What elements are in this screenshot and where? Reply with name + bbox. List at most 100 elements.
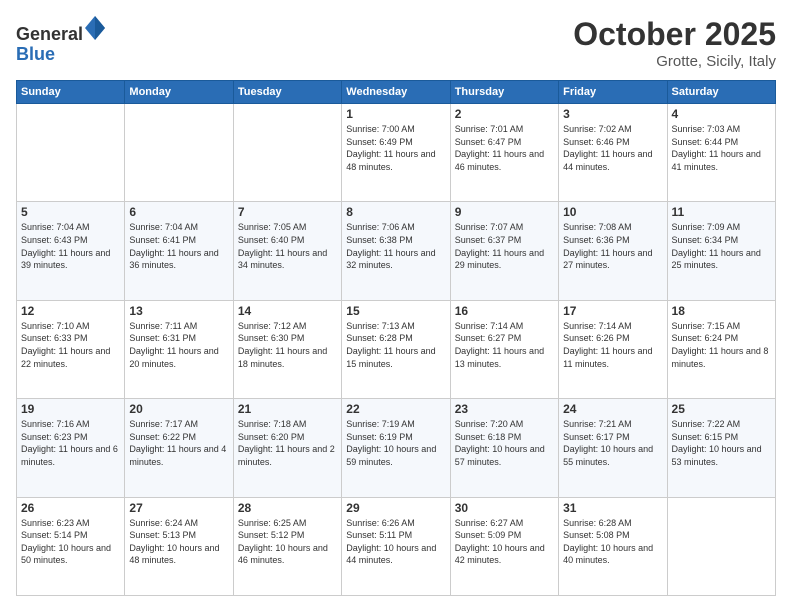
day-info: Sunrise: 7:03 AM Sunset: 6:44 PM Dayligh… (672, 123, 771, 173)
day-info: Sunrise: 7:04 AM Sunset: 6:43 PM Dayligh… (21, 221, 120, 271)
table-cell: 2 Sunrise: 7:01 AM Sunset: 6:47 PM Daylig… (450, 104, 558, 202)
day-number: 1 (346, 107, 445, 121)
day-number: 28 (238, 501, 337, 515)
day-number: 16 (455, 304, 554, 318)
day-number: 8 (346, 205, 445, 219)
day-number: 19 (21, 402, 120, 416)
day-info: Sunrise: 6:28 AM Sunset: 5:08 PM Dayligh… (563, 517, 662, 567)
day-number: 15 (346, 304, 445, 318)
month-title: October 2025 (573, 16, 776, 53)
day-number: 24 (563, 402, 662, 416)
day-number: 29 (346, 501, 445, 515)
table-cell: 27 Sunrise: 6:24 AM Sunset: 5:13 PM Dayli… (125, 497, 233, 595)
logo-blue-text: Blue (16, 45, 105, 65)
table-cell: 3 Sunrise: 7:02 AM Sunset: 6:46 PM Daylig… (559, 104, 667, 202)
day-number: 2 (455, 107, 554, 121)
table-cell: 17 Sunrise: 7:14 AM Sunset: 6:26 PM Dayli… (559, 300, 667, 398)
day-info: Sunrise: 7:17 AM Sunset: 6:22 PM Dayligh… (129, 418, 228, 468)
day-info: Sunrise: 7:13 AM Sunset: 6:28 PM Dayligh… (346, 320, 445, 370)
table-cell: 13Sunrise: 7:11 AM Sunset: 6:31 PM Dayli… (125, 300, 233, 398)
table-cell: 26 Sunrise: 6:23 AM Sunset: 5:14 PM Dayli… (17, 497, 125, 595)
day-info: Sunrise: 7:02 AM Sunset: 6:46 PM Dayligh… (563, 123, 662, 173)
week-row-2: 12 Sunrise: 7:10 AM Sunset: 6:33 PM Dayli… (17, 300, 776, 398)
day-info: Sunrise: 7:06 AM Sunset: 6:38 PM Dayligh… (346, 221, 445, 271)
day-info: Sunrise: 7:14 AM Sunset: 6:27 PM Dayligh… (455, 320, 554, 370)
table-cell: 15 Sunrise: 7:13 AM Sunset: 6:28 PM Dayli… (342, 300, 450, 398)
table-cell: 8 Sunrise: 7:06 AM Sunset: 6:38 PM Daylig… (342, 202, 450, 300)
day-info: Sunrise: 7:09 AM Sunset: 6:34 PM Dayligh… (672, 221, 771, 271)
table-cell: 25 Sunrise: 7:22 AM Sunset: 6:15 PM Dayli… (667, 399, 775, 497)
day-info: Sunrise: 7:22 AM Sunset: 6:15 PM Dayligh… (672, 418, 771, 468)
day-number: 14 (238, 304, 337, 318)
table-cell: 16 Sunrise: 7:14 AM Sunset: 6:27 PM Dayli… (450, 300, 558, 398)
day-number: 6 (129, 205, 228, 219)
day-info: Sunrise: 7:12 AM Sunset: 6:30 PM Dayligh… (238, 320, 337, 370)
header-friday: Friday (559, 81, 667, 104)
day-number: 18 (672, 304, 771, 318)
day-number: 4 (672, 107, 771, 121)
header-monday: Monday (125, 81, 233, 104)
day-number: 25 (672, 402, 771, 416)
day-info: Sunrise: 7:19 AM Sunset: 6:19 PM Dayligh… (346, 418, 445, 468)
day-number: 13 (129, 304, 228, 318)
day-info: Sunrise: 7:14 AM Sunset: 6:26 PM Dayligh… (563, 320, 662, 370)
table-cell: 30Sunrise: 6:27 AM Sunset: 5:09 PM Dayli… (450, 497, 558, 595)
day-info: Sunrise: 7:00 AM Sunset: 6:49 PM Dayligh… (346, 123, 445, 173)
logo-text: General (16, 16, 105, 45)
logo-general: General (16, 24, 83, 44)
table-cell: 6 Sunrise: 7:04 AM Sunset: 6:41 PM Daylig… (125, 202, 233, 300)
title-block: October 2025 Grotte, Sicily, Italy (573, 16, 776, 70)
day-number: 7 (238, 205, 337, 219)
day-info: Sunrise: 7:15 AM Sunset: 6:24 PM Dayligh… (672, 320, 771, 370)
day-number: 17 (563, 304, 662, 318)
day-number: 27 (129, 501, 228, 515)
table-cell: 24Sunrise: 7:21 AM Sunset: 6:17 PM Dayli… (559, 399, 667, 497)
table-cell: 11 Sunrise: 7:09 AM Sunset: 6:34 PM Dayli… (667, 202, 775, 300)
page: General Blue October 2025 Grotte, Sicily… (0, 0, 792, 612)
header-wednesday: Wednesday (342, 81, 450, 104)
table-cell: 18 Sunrise: 7:15 AM Sunset: 6:24 PM Dayli… (667, 300, 775, 398)
table-cell: 10Sunrise: 7:08 AM Sunset: 6:36 PM Dayli… (559, 202, 667, 300)
table-cell: 1 Sunrise: 7:00 AM Sunset: 6:49 PM Daylig… (342, 104, 450, 202)
day-info: Sunrise: 7:10 AM Sunset: 6:33 PM Dayligh… (21, 320, 120, 370)
table-cell (667, 497, 775, 595)
day-info: Sunrise: 7:20 AM Sunset: 6:18 PM Dayligh… (455, 418, 554, 468)
day-number: 23 (455, 402, 554, 416)
day-number: 12 (21, 304, 120, 318)
day-info: Sunrise: 7:07 AM Sunset: 6:37 PM Dayligh… (455, 221, 554, 271)
day-number: 20 (129, 402, 228, 416)
day-info: Sunrise: 7:08 AM Sunset: 6:36 PM Dayligh… (563, 221, 662, 271)
day-info: Sunrise: 7:04 AM Sunset: 6:41 PM Dayligh… (129, 221, 228, 271)
day-info: Sunrise: 6:25 AM Sunset: 5:12 PM Dayligh… (238, 517, 337, 567)
day-number: 22 (346, 402, 445, 416)
day-info: Sunrise: 6:26 AM Sunset: 5:11 PM Dayligh… (346, 517, 445, 567)
day-info: Sunrise: 6:23 AM Sunset: 5:14 PM Dayligh… (21, 517, 120, 567)
table-cell: 4 Sunrise: 7:03 AM Sunset: 6:44 PM Daylig… (667, 104, 775, 202)
day-number: 21 (238, 402, 337, 416)
table-cell: 21Sunrise: 7:18 AM Sunset: 6:20 PM Dayli… (233, 399, 341, 497)
day-number: 3 (563, 107, 662, 121)
day-info: Sunrise: 6:24 AM Sunset: 5:13 PM Dayligh… (129, 517, 228, 567)
table-cell: 23 Sunrise: 7:20 AM Sunset: 6:18 PM Dayli… (450, 399, 558, 497)
table-cell: 28 Sunrise: 6:25 AM Sunset: 5:12 PM Dayli… (233, 497, 341, 595)
day-number: 26 (21, 501, 120, 515)
logo: General Blue (16, 16, 105, 65)
header: General Blue October 2025 Grotte, Sicily… (16, 16, 776, 70)
calendar-table: Sunday Monday Tuesday Wednesday Thursday… (16, 80, 776, 596)
header-saturday: Saturday (667, 81, 775, 104)
table-cell: 22 Sunrise: 7:19 AM Sunset: 6:19 PM Dayli… (342, 399, 450, 497)
day-number: 11 (672, 205, 771, 219)
day-info: Sunrise: 6:27 AM Sunset: 5:09 PM Dayligh… (455, 517, 554, 567)
day-info: Sunrise: 7:05 AM Sunset: 6:40 PM Dayligh… (238, 221, 337, 271)
day-info: Sunrise: 7:01 AM Sunset: 6:47 PM Dayligh… (455, 123, 554, 173)
table-cell: 5 Sunrise: 7:04 AM Sunset: 6:43 PM Daylig… (17, 202, 125, 300)
day-number: 5 (21, 205, 120, 219)
table-cell (17, 104, 125, 202)
location-subtitle: Grotte, Sicily, Italy (573, 53, 776, 70)
header-thursday: Thursday (450, 81, 558, 104)
table-cell (233, 104, 341, 202)
header-sunday: Sunday (17, 81, 125, 104)
table-cell: 14 Sunrise: 7:12 AM Sunset: 6:30 PM Dayli… (233, 300, 341, 398)
header-tuesday: Tuesday (233, 81, 341, 104)
table-cell (125, 104, 233, 202)
